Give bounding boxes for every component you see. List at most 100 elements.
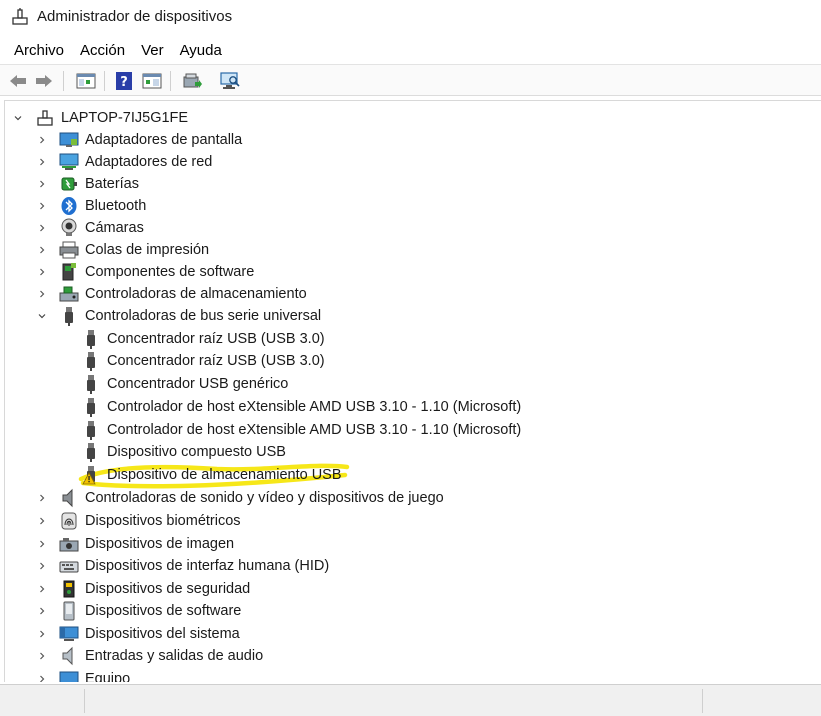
usb-device-label: Controlador de host eXtensible AMD USB 3… bbox=[107, 422, 522, 438]
forward-button[interactable] bbox=[32, 69, 56, 93]
chevron-right-icon[interactable] bbox=[37, 289, 47, 299]
tree-category[interactable]: Cámaras bbox=[37, 217, 144, 239]
chevron-right-icon[interactable] bbox=[37, 516, 47, 526]
category-label: Controladoras de almacenamiento bbox=[85, 286, 307, 302]
usb-device-icon bbox=[81, 397, 101, 417]
chevron-right-icon[interactable] bbox=[37, 539, 47, 549]
tree-category[interactable]: Dispositivos biométricos bbox=[37, 510, 241, 532]
system-device-icon bbox=[59, 624, 79, 644]
tree-category[interactable]: Controladoras de almacenamiento bbox=[37, 283, 307, 305]
usb-device-icon bbox=[81, 374, 101, 394]
category-label: Dispositivos de imagen bbox=[85, 536, 235, 552]
menu-archivo[interactable]: Archivo bbox=[6, 39, 72, 63]
tree-category-usb[interactable]: Controladoras de bus serie universal bbox=[37, 305, 321, 327]
audio-io-icon bbox=[59, 646, 79, 666]
chevron-right-icon[interactable] bbox=[37, 201, 47, 211]
menu-ayuda[interactable]: Ayuda bbox=[172, 39, 230, 63]
update-driver-icon bbox=[183, 73, 202, 88]
chevron-right-icon[interactable] bbox=[37, 561, 47, 571]
category-label: Dispositivos biométricos bbox=[85, 513, 241, 529]
usb-device-icon bbox=[81, 329, 101, 349]
chevron-right-icon[interactable] bbox=[37, 135, 47, 145]
usb-device-item[interactable]: Controlador de host eXtensible AMD USB 3… bbox=[81, 396, 521, 418]
network-adapter-icon bbox=[59, 152, 79, 172]
svg-text:?: ? bbox=[120, 75, 128, 90]
chevron-right-icon[interactable] bbox=[37, 179, 47, 189]
chevron-right-icon[interactable] bbox=[37, 267, 47, 277]
category-label: Colas de impresión bbox=[85, 242, 210, 258]
tree-category[interactable]: Entradas y salidas de audio bbox=[37, 645, 263, 667]
usb-device-icon bbox=[81, 351, 101, 371]
tree-category[interactable]: Baterías bbox=[37, 173, 139, 195]
usb-device-label: Dispositivo compuesto USB bbox=[107, 444, 286, 460]
category-label: Controladoras de sonido y vídeo y dispos… bbox=[85, 490, 444, 506]
status-bar bbox=[0, 684, 821, 716]
speaker-icon bbox=[59, 488, 79, 508]
usb-device-warning-icon bbox=[81, 465, 101, 485]
chevron-right-icon[interactable] bbox=[37, 493, 47, 503]
toolbar-separator bbox=[170, 71, 171, 91]
tree-category[interactable]: Adaptadores de pantalla bbox=[37, 129, 242, 151]
category-label: Dispositivos de software bbox=[85, 603, 242, 619]
scan-hardware-button[interactable] bbox=[218, 69, 242, 93]
forward-arrow-icon bbox=[36, 75, 52, 87]
window-title: Administrador de dispositivos bbox=[37, 8, 233, 25]
usb-device-item[interactable]: Concentrador raíz USB (USB 3.0) bbox=[81, 328, 325, 350]
menu-ver[interactable]: Ver bbox=[133, 39, 172, 63]
category-label: Dispositivos del sistema bbox=[85, 626, 240, 642]
usb-device-item[interactable]: Controlador de host eXtensible AMD USB 3… bbox=[81, 419, 521, 441]
tree-category[interactable]: Dispositivos del sistema bbox=[37, 623, 240, 645]
hid-icon bbox=[59, 556, 79, 576]
chevron-right-icon[interactable] bbox=[37, 674, 47, 682]
category-label: Dispositivos de interfaz humana (HID) bbox=[85, 558, 330, 574]
usb-device-label: Concentrador raíz USB (USB 3.0) bbox=[107, 353, 325, 369]
action-pane-icon bbox=[142, 73, 162, 89]
status-cell bbox=[0, 689, 85, 713]
security-device-icon bbox=[59, 579, 79, 599]
chevron-right-icon[interactable] bbox=[37, 223, 47, 233]
imaging-device-icon bbox=[59, 534, 79, 554]
chevron-down-icon[interactable] bbox=[13, 113, 23, 123]
chevron-down-icon[interactable] bbox=[37, 311, 47, 321]
bluetooth-icon bbox=[59, 196, 79, 216]
action-pane-button[interactable] bbox=[140, 69, 164, 93]
show-hide-console-button[interactable] bbox=[74, 69, 98, 93]
category-label: Adaptadores de pantalla bbox=[85, 132, 243, 148]
properties-pane-icon bbox=[76, 73, 96, 89]
tree-category[interactable]: Adaptadores de red bbox=[37, 151, 212, 173]
device-tree: LAPTOP-7IJ5G1FE Adaptadores de pantalla … bbox=[4, 100, 821, 682]
tree-category[interactable]: Dispositivos de imagen bbox=[37, 533, 234, 555]
usb-device-label: Dispositivo de almacenamiento USB bbox=[107, 467, 342, 483]
usb-device-item[interactable]: Concentrador USB genérico bbox=[81, 373, 288, 395]
tree-category[interactable]: Controladoras de sonido y vídeo y dispos… bbox=[37, 487, 444, 509]
back-button[interactable] bbox=[6, 69, 30, 93]
category-label: Componentes de software bbox=[85, 264, 255, 280]
usb-device-item[interactable]: Concentrador raíz USB (USB 3.0) bbox=[81, 350, 325, 372]
tree-root[interactable]: LAPTOP-7IJ5G1FE bbox=[13, 107, 188, 129]
toolbar: ? bbox=[0, 64, 821, 96]
chevron-right-icon[interactable] bbox=[37, 606, 47, 616]
tree-category[interactable]: Dispositivos de interfaz humana (HID) bbox=[37, 555, 329, 577]
help-button[interactable]: ? bbox=[112, 69, 136, 93]
chevron-right-icon[interactable] bbox=[37, 651, 47, 661]
usb-device-label: Concentrador USB genérico bbox=[107, 376, 289, 392]
chevron-right-icon[interactable] bbox=[37, 245, 47, 255]
usb-device-item-warning[interactable]: Dispositivo de almacenamiento USB bbox=[81, 464, 342, 486]
chevron-right-icon[interactable] bbox=[37, 157, 47, 167]
chevron-right-icon[interactable] bbox=[37, 629, 47, 639]
usb-device-item[interactable]: Dispositivo compuesto USB bbox=[81, 441, 286, 463]
category-label: Entradas y salidas de audio bbox=[85, 648, 264, 664]
tree-category[interactable]: Equipo bbox=[37, 668, 130, 682]
update-driver-button[interactable] bbox=[180, 69, 204, 93]
tree-category[interactable]: Dispositivos de seguridad bbox=[37, 578, 250, 600]
menu-accion[interactable]: Acción bbox=[72, 39, 133, 63]
battery-icon bbox=[59, 174, 79, 194]
chevron-right-icon[interactable] bbox=[37, 584, 47, 594]
tree-category[interactable]: Componentes de software bbox=[37, 261, 254, 283]
tree-category[interactable]: Colas de impresión bbox=[37, 239, 209, 261]
back-arrow-icon bbox=[10, 75, 26, 87]
usb-device-label: Concentrador raíz USB (USB 3.0) bbox=[107, 331, 325, 347]
tree-category[interactable]: Dispositivos de software bbox=[37, 600, 241, 622]
computer-root-icon bbox=[35, 108, 55, 128]
tree-category[interactable]: Bluetooth bbox=[37, 195, 146, 217]
